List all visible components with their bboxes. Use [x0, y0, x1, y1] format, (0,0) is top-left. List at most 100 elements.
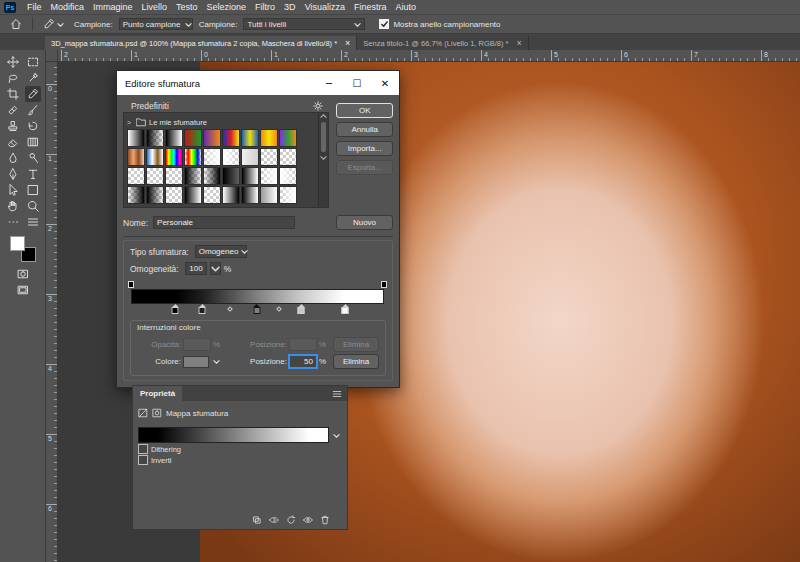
gradient-swatch[interactable]	[203, 129, 221, 147]
document-tab[interactable]: Senza titolo-1 @ 66,7% (Livello 1, RGB/8…	[357, 36, 528, 50]
color-stop[interactable]	[342, 304, 349, 314]
checkbox[interactable]	[379, 19, 389, 29]
gradient-swatch[interactable]	[127, 129, 145, 147]
dialog-button[interactable]: Annulla	[336, 122, 393, 137]
gradient-swatch[interactable]	[260, 186, 278, 204]
color-stop[interactable]	[172, 304, 179, 314]
menu-item[interactable]: Immagine	[93, 2, 133, 12]
option-checkbox[interactable]: Inverti	[138, 455, 342, 465]
name-input[interactable]: Personale	[153, 216, 295, 229]
menu-item[interactable]: Aiuto	[396, 2, 417, 12]
chevron-icon[interactable]	[213, 358, 220, 365]
gradient-swatch[interactable]	[260, 129, 278, 147]
dialog-button[interactable]: OK	[336, 103, 393, 118]
gradient-swatch[interactable]	[146, 148, 164, 166]
dialog-button[interactable]: Importa...	[336, 141, 393, 156]
gradient-bar[interactable]	[131, 289, 384, 304]
gradient-swatch[interactable]	[165, 129, 183, 147]
tool-button[interactable]	[5, 166, 21, 182]
gradient-swatch[interactable]	[241, 148, 259, 166]
tool-button[interactable]	[25, 118, 41, 134]
opacity-stop[interactable]	[128, 281, 134, 288]
tool-button[interactable]	[5, 54, 21, 70]
tool-preset-picker[interactable]	[43, 18, 64, 30]
menu-item[interactable]: 3D	[284, 2, 296, 12]
gradient-swatch[interactable]	[279, 148, 297, 166]
tool-button[interactable]	[5, 102, 21, 118]
gradient-swatch[interactable]	[146, 167, 164, 185]
gradient-swatch[interactable]	[241, 129, 259, 147]
color-stop[interactable]	[298, 304, 305, 314]
tool-button[interactable]	[5, 70, 21, 86]
menu-item[interactable]: Filtro	[255, 2, 275, 12]
tool-button[interactable]	[15, 282, 31, 298]
tool-button[interactable]	[5, 134, 21, 150]
tool-button[interactable]	[25, 134, 41, 150]
gradient-swatch[interactable]	[279, 167, 297, 185]
gradient-swatch[interactable]	[222, 129, 240, 147]
gradient-swatch[interactable]	[222, 186, 240, 204]
menu-item[interactable]: Testo	[176, 2, 198, 12]
chevron-icon[interactable]	[333, 432, 340, 439]
scrollbar[interactable]	[318, 113, 328, 207]
tool-button[interactable]	[25, 86, 41, 102]
scroll-thumb[interactable]	[321, 122, 326, 152]
gradient-swatch[interactable]	[184, 148, 202, 166]
stop-color-swatch[interactable]	[183, 356, 209, 368]
document-tab[interactable]: 3D_mappa sfumatura.psd @ 100% (Mappa sfu…	[45, 36, 357, 50]
close-tab-button[interactable]: ×	[345, 38, 350, 48]
option-checkbox[interactable]: Dithering	[138, 444, 342, 454]
tool-button[interactable]	[25, 54, 41, 70]
gradient-swatch[interactable]	[165, 167, 183, 185]
gradient-swatch[interactable]	[279, 129, 297, 147]
tool-button[interactable]	[25, 166, 41, 182]
gradient-swatch[interactable]	[203, 148, 221, 166]
window-control[interactable]: ☐	[343, 78, 371, 89]
gradient-swatch[interactable]	[184, 167, 202, 185]
chevron-icon[interactable]	[210, 262, 221, 275]
tool-button[interactable]	[25, 182, 41, 198]
window-control[interactable]: ✕	[371, 78, 399, 89]
gradient-swatch[interactable]	[146, 129, 164, 147]
foreground-color[interactable]	[10, 236, 25, 251]
new-button[interactable]: Nuovo	[336, 215, 393, 230]
gradient-swatch[interactable]	[279, 186, 297, 204]
tool-button[interactable]	[5, 214, 21, 230]
checkbox[interactable]	[138, 455, 148, 465]
menu-item[interactable]: Livello	[142, 2, 168, 12]
gradient-swatch[interactable]	[146, 186, 164, 204]
midpoint-marker[interactable]	[227, 306, 233, 312]
gear-icon[interactable]	[313, 101, 323, 111]
midpoint-marker[interactable]	[276, 306, 282, 312]
title-bar[interactable]: Editore sfumatura─☐✕	[117, 71, 399, 95]
tool-button[interactable]	[25, 198, 41, 214]
gradient-swatch[interactable]	[222, 148, 240, 166]
gradient-swatch[interactable]	[127, 186, 145, 204]
close-tab-button[interactable]: ×	[517, 38, 522, 48]
menu-item[interactable]: File	[27, 2, 42, 12]
menu-item[interactable]: Selezione	[207, 2, 247, 12]
window-control[interactable]: ─	[315, 78, 343, 89]
menu-item[interactable]: Modifica	[51, 2, 85, 12]
tool-button[interactable]	[5, 198, 21, 214]
color-stop[interactable]	[199, 304, 206, 314]
gradient-swatch[interactable]	[260, 148, 278, 166]
gradient-swatch[interactable]	[260, 167, 278, 185]
gradient-type-select[interactable]: Omogeneo	[195, 245, 247, 258]
menu-item[interactable]: Visualizza	[305, 2, 345, 12]
tool-button[interactable]	[25, 214, 41, 230]
tool-button[interactable]	[5, 150, 21, 166]
properties-tab[interactable]: Proprietà	[133, 386, 182, 401]
smoothness-input[interactable]: 100	[185, 262, 207, 275]
tool-button[interactable]	[25, 70, 41, 86]
scroll-down-icon[interactable]	[320, 154, 327, 161]
tool-button[interactable]	[25, 150, 41, 166]
tool-button[interactable]	[5, 182, 21, 198]
clip-layer-icon[interactable]	[252, 515, 262, 525]
delete-color-stop-button[interactable]: Elimina	[333, 354, 379, 369]
tool-button[interactable]	[25, 102, 41, 118]
tool-button[interactable]	[5, 86, 21, 102]
gradient-preview[interactable]	[138, 427, 329, 443]
sample-size-select[interactable]: Punto campione	[119, 18, 193, 30]
sample-select[interactable]: Tutti i livelli	[243, 18, 365, 30]
